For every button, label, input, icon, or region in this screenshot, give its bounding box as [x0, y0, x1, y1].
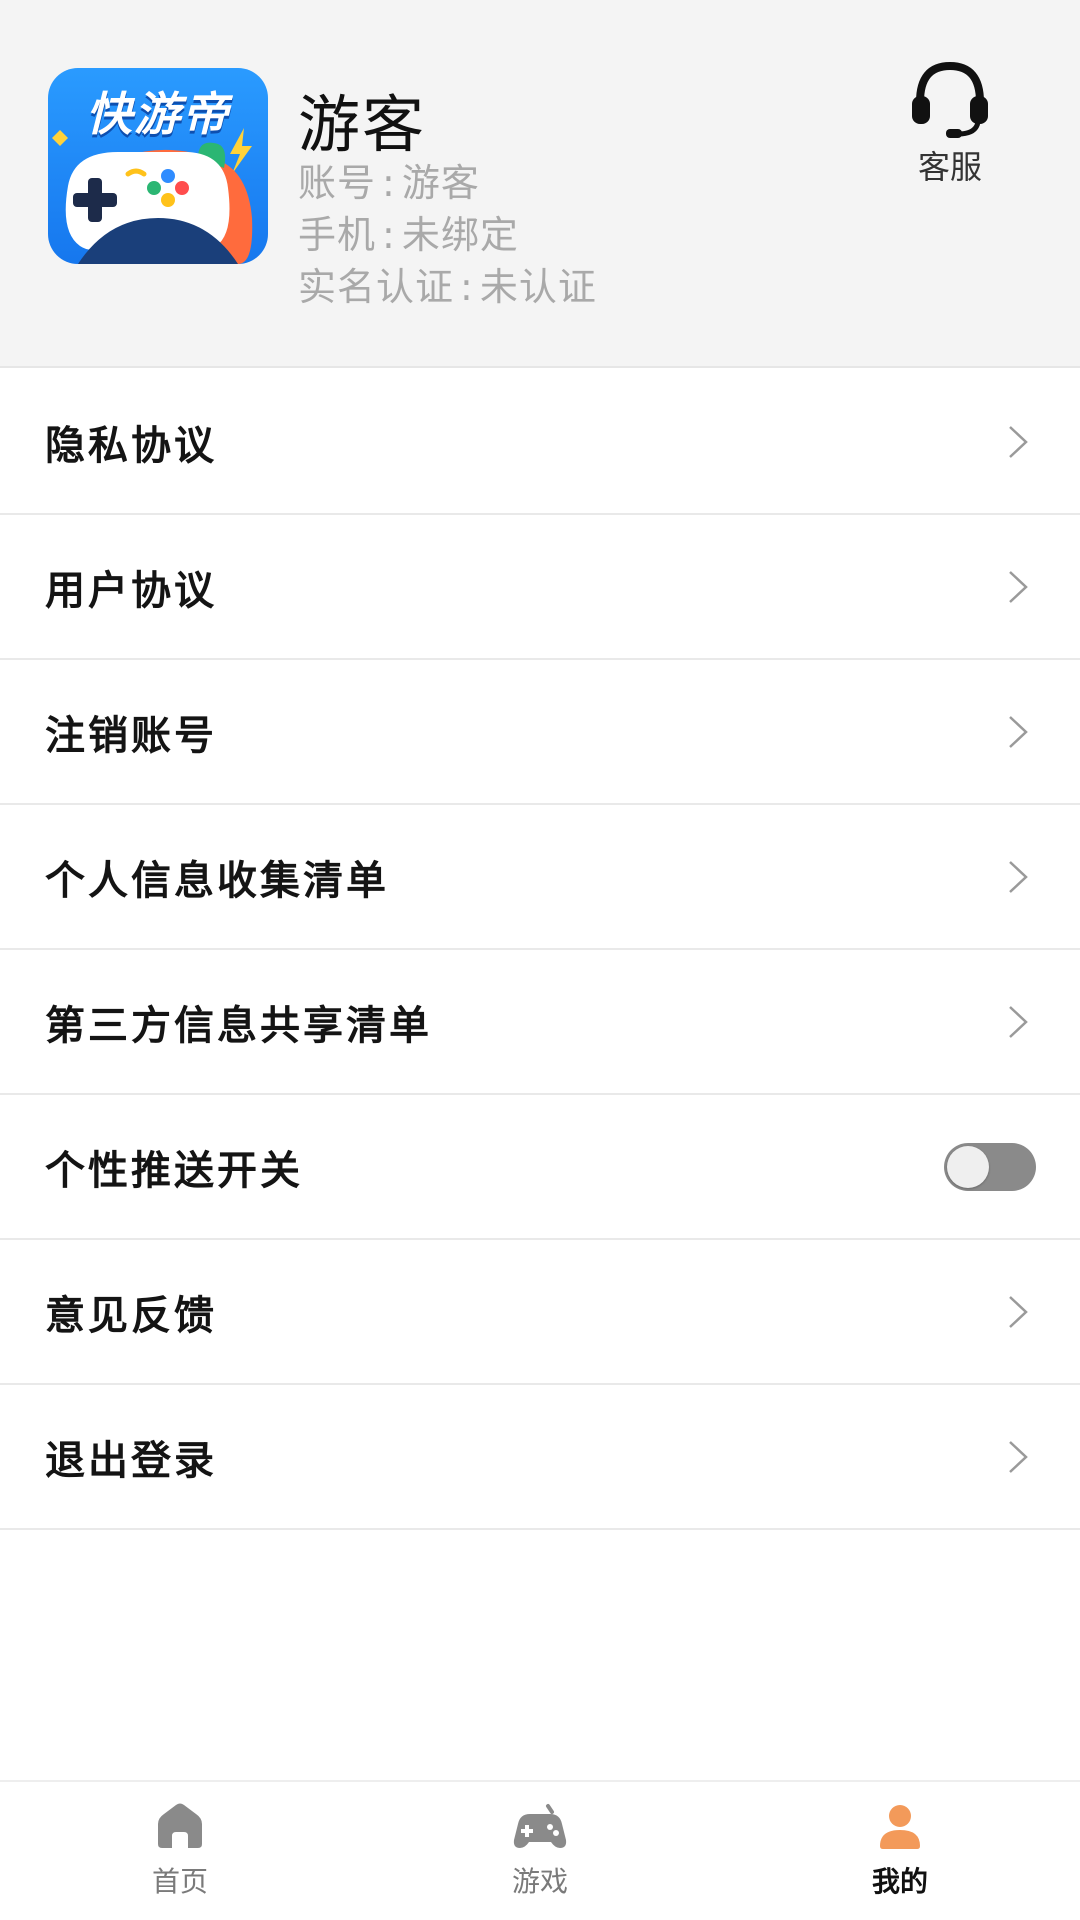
app-logo: 快游帝 [48, 68, 268, 264]
menu-item-feedback[interactable]: 意见反馈 [0, 1240, 1080, 1385]
tab-home[interactable]: 首页 [100, 1802, 260, 1912]
headset-icon [912, 61, 988, 138]
menu-item-personal-info-list[interactable]: 个人信息收集清单 [0, 805, 1080, 950]
toggle-knob [947, 1145, 989, 1188]
chevron-right-icon [1009, 715, 1028, 748]
gamepad-icon [513, 1804, 567, 1848]
menu-item-label: 第三方信息共享清单 [45, 1002, 432, 1049]
separator: : [382, 161, 396, 205]
settings-menu: 隐私协议 用户协议 注销账号 个人信息收集清单 第三方信息共享清单 个性推送开关… [0, 370, 1080, 1530]
account-label: 账号 [298, 161, 377, 205]
menu-item-label: 用户协议 [45, 567, 217, 614]
tab-mine[interactable]: 我的 [820, 1802, 980, 1912]
home-icon [158, 1803, 202, 1848]
realname-value: 未认证 [479, 265, 597, 309]
chevron-right-icon [1009, 1295, 1028, 1328]
user-name: 游客 [298, 88, 427, 161]
menu-item-third-party-sharing-list[interactable]: 第三方信息共享清单 [0, 950, 1080, 1095]
menu-item-label: 退出登录 [45, 1437, 217, 1484]
chevron-right-icon [1009, 1005, 1028, 1038]
menu-item-logout[interactable]: 退出登录 [0, 1385, 1080, 1530]
tab-label: 游戏 [511, 1865, 568, 1898]
menu-item-delete-account[interactable]: 注销账号 [0, 660, 1080, 805]
menu-item-privacy-policy[interactable]: 隐私协议 [0, 370, 1080, 515]
tab-games[interactable]: 游戏 [460, 1802, 620, 1912]
phone-label: 手机 [298, 213, 377, 257]
tab-label: 首页 [151, 1865, 208, 1898]
account-info: 账号: 游客 [298, 152, 480, 207]
chevron-right-icon [1009, 860, 1028, 893]
profile-header: 快游帝 游客 账号: 游客 手机: 未绑定 实名认证: 未认证 客服 [0, 0, 1080, 368]
tab-label: 我的 [871, 1865, 928, 1898]
menu-item-label: 意见反馈 [45, 1292, 217, 1339]
menu-item-label: 隐私协议 [45, 422, 217, 469]
chevron-right-icon [1009, 570, 1028, 603]
separator: : [382, 213, 396, 257]
user-icon [880, 1805, 920, 1849]
menu-item-personalized-push: 个性推送开关 [0, 1095, 1080, 1240]
customer-service-label: 客服 [917, 148, 982, 186]
app-screen: 快游帝 游客 账号:游客 手机:未绑定 实名认证:未认证 客服 隐私协议 [0, 0, 1080, 1920]
chevron-right-icon [1009, 1440, 1028, 1473]
logo-text: 快游帝 [86, 87, 230, 141]
phone-info: 手机: 未绑定 [298, 204, 519, 259]
realname-label: 实名认证 [298, 265, 455, 309]
phone-value: 未绑定 [401, 213, 519, 257]
account-value: 游客 [401, 161, 480, 205]
customer-service-button[interactable]: 客服 [900, 56, 1000, 186]
personalized-push-toggle[interactable] [944, 1142, 1036, 1191]
menu-item-label: 注销账号 [45, 712, 217, 759]
bottom-tab-bar: 首页 游戏 我的 [0, 1780, 1080, 1920]
menu-item-label: 个性推送开关 [45, 1147, 303, 1194]
separator: : [460, 265, 474, 309]
menu-item-user-agreement[interactable]: 用户协议 [0, 515, 1080, 660]
realname-info: 实名认证: 未认证 [298, 256, 597, 311]
chevron-right-icon [1009, 425, 1028, 458]
menu-item-label: 个人信息收集清单 [45, 857, 389, 904]
